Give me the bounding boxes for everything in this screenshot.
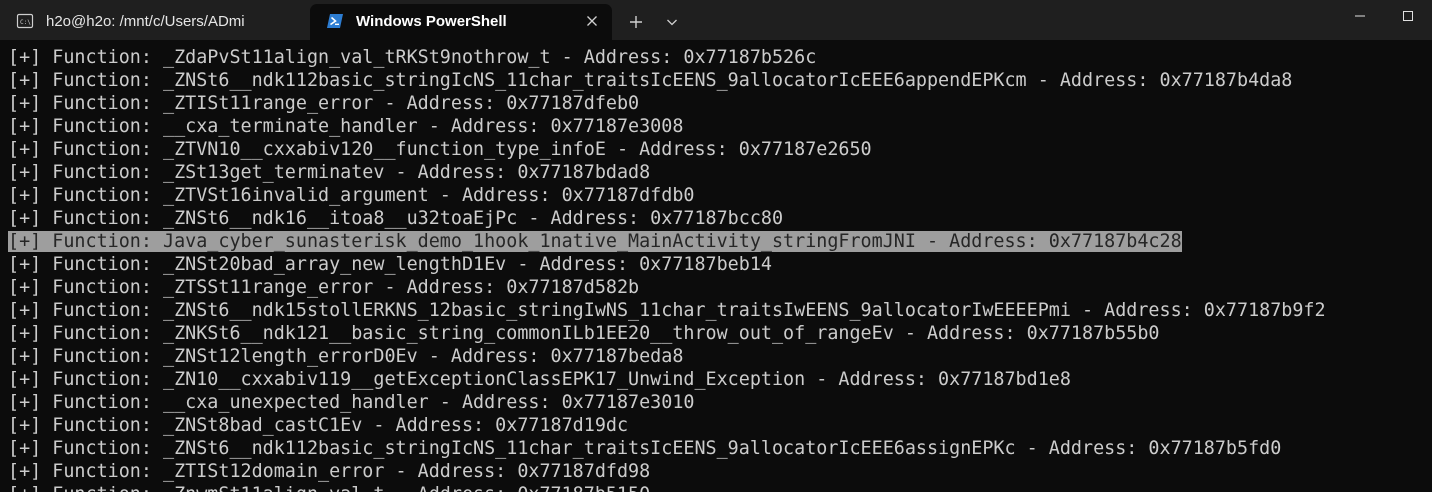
svg-text:C:\: C:\ (20, 19, 31, 26)
terminal-line: [+] Function: Java_cyber_sunasterisk_dem… (8, 230, 1432, 253)
minimize-icon (1355, 15, 1365, 17)
terminal-line: [+] Function: __cxa_terminate_handler - … (8, 116, 684, 137)
terminal-line: [+] Function: _ZSt13get_terminatev - Add… (8, 162, 651, 183)
terminal-output[interactable]: [+] Function: _ZdaPvSt11align_val_tRKSt9… (0, 46, 1432, 492)
tab-wsl-title: h2o@h2o: /mnt/c/Users/ADmi (46, 12, 245, 30)
maximize-icon (1403, 11, 1413, 21)
window-controls (1336, 0, 1432, 40)
terminal-line: [+] Function: _ZNSt20bad_array_new_lengt… (8, 254, 772, 275)
terminal-line: [+] Function: __cxa_unexpected_handler -… (8, 392, 695, 413)
terminal-line: [+] Function: _ZTVSt16invalid_argument -… (8, 185, 695, 206)
new-tab-button[interactable] (618, 4, 654, 40)
terminal-line: [+] Function: _ZNSt6__ndk15stollERKNS_12… (8, 300, 1326, 321)
powershell-icon (327, 14, 343, 28)
terminal-line: [+] Function: _ZNSt8bad_castC1Ev - Addre… (8, 415, 629, 436)
terminal-line: [+] Function: _ZNSt6__ndk112basic_string… (8, 438, 1282, 459)
terminal-line: [+] Function: _ZNSt12length_errorD0Ev - … (8, 346, 684, 367)
tab-bar: C:\ h2o@h2o: /mnt/c/Users/ADmi Windows P… (0, 0, 1432, 40)
terminal-line: [+] Function: _ZNSt6__ndk112basic_string… (8, 70, 1293, 91)
terminal-line: [+] Function: _ZdaPvSt11align_val_tRKSt9… (8, 47, 817, 68)
tab-powershell[interactable]: Windows PowerShell (310, 4, 612, 40)
terminal-icon: C:\ (16, 13, 34, 29)
close-icon[interactable] (584, 13, 600, 29)
plus-icon (630, 16, 642, 28)
terminal-line: [+] Function: _ZTVN10__cxxabiv120__funct… (8, 139, 872, 160)
terminal-line: [+] Function: _ZN10__cxxabiv119__getExce… (8, 369, 1071, 390)
dropdown-button[interactable] (654, 4, 690, 40)
terminal-window: C:\ h2o@h2o: /mnt/c/Users/ADmi Windows P… (0, 0, 1432, 492)
terminal-line: [+] Function: _ZNKSt6__ndk121__basic_str… (8, 323, 1160, 344)
terminal-line: [+] Function: _ZNSt6__ndk16__itoa8__u32t… (8, 208, 784, 229)
terminal-line: [+] Function: _ZTSSt11range_error - Addr… (8, 277, 640, 298)
tab-powershell-title: Windows PowerShell (356, 12, 507, 30)
tab-wsl[interactable]: C:\ h2o@h2o: /mnt/c/Users/ADmi (0, 4, 310, 40)
maximize-button[interactable] (1384, 0, 1432, 32)
minimize-button[interactable] (1336, 0, 1384, 32)
terminal-line: [+] Function: _ZTISt11range_error - Addr… (8, 93, 640, 114)
terminal-line: [+] Function: _ZTISt12domain_error - Add… (8, 461, 651, 482)
chevron-down-icon (667, 19, 677, 26)
terminal-line: [+] Function: _ZnwmSt11align_val_t - Add… (8, 483, 1432, 492)
selected-text: [+] Function: Java_cyber_sunasterisk_dem… (8, 231, 1182, 252)
